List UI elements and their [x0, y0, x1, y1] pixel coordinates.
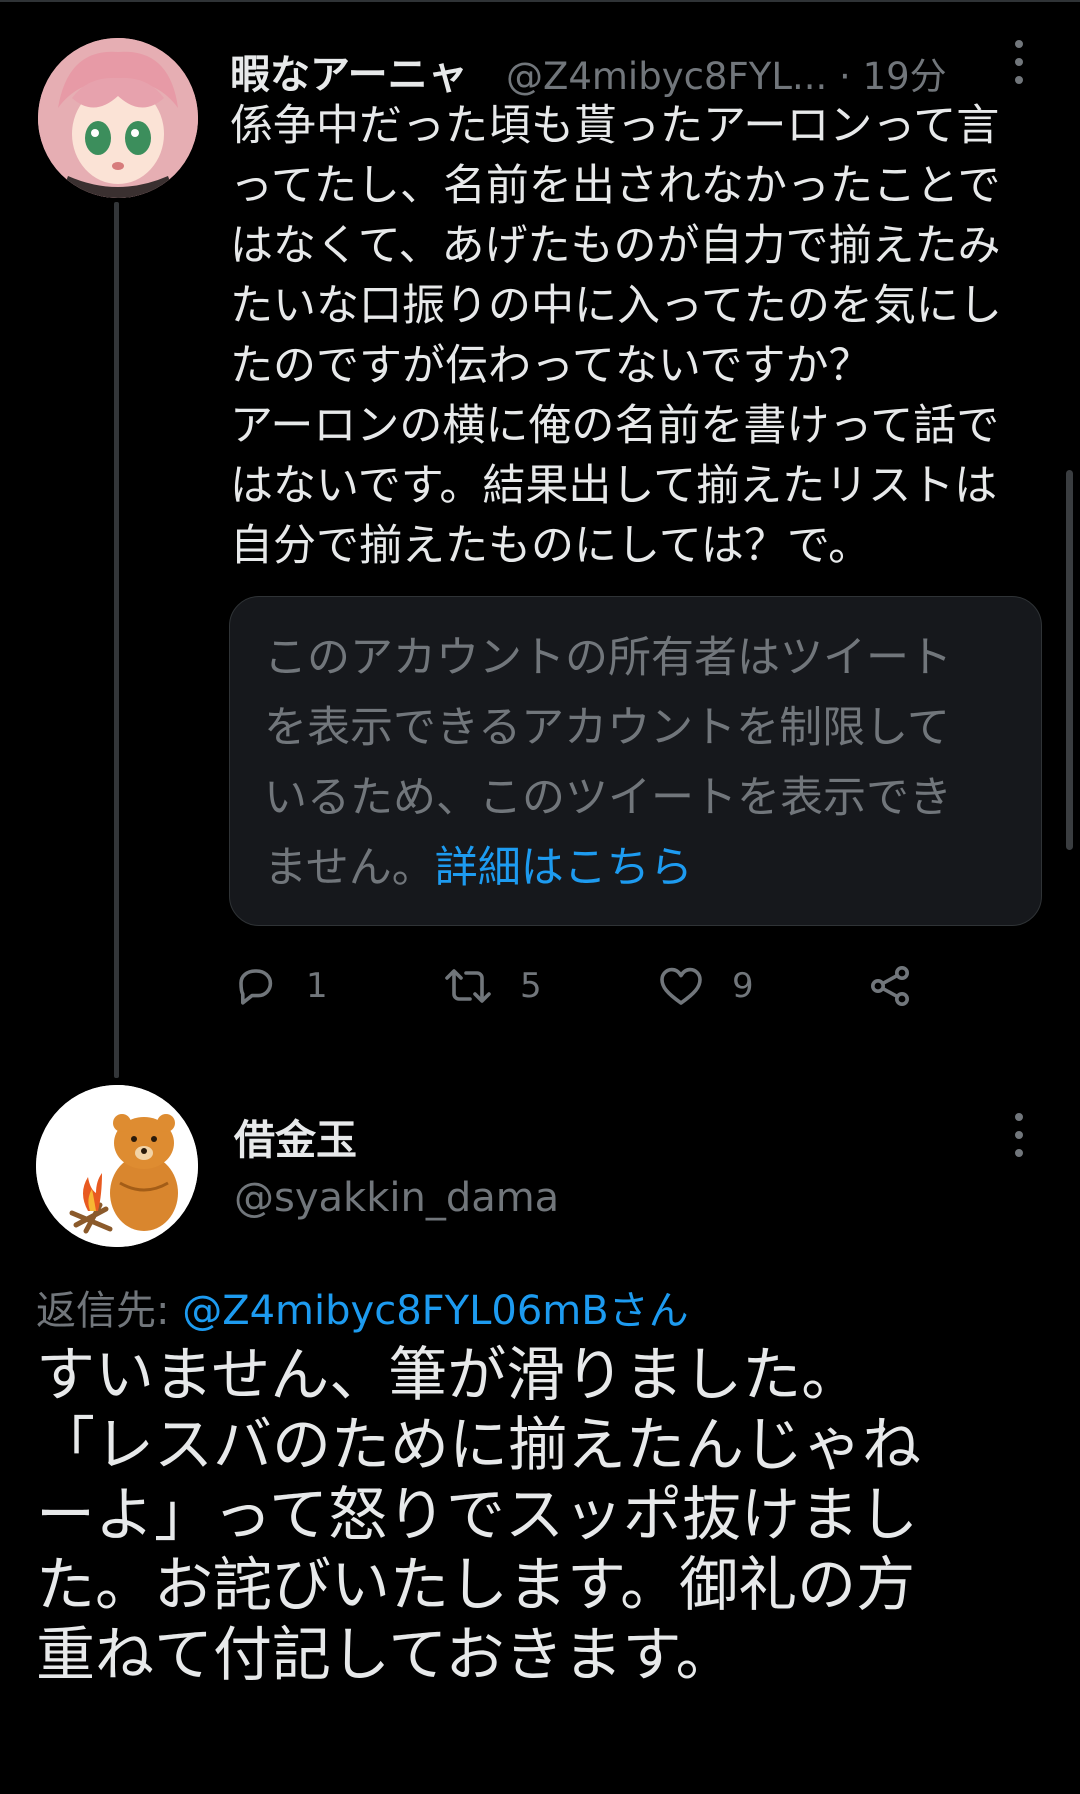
reply-icon	[239, 969, 273, 1005]
share-button[interactable]	[866, 962, 914, 1010]
quoted-tweet-notice: このアカウントの所有者はツイート を表示できるアカウントを制限して いるため、こ…	[264, 623, 1024, 903]
display-name[interactable]: 暇なアーニャ	[230, 42, 468, 100]
like-icon	[660, 967, 702, 1005]
tweet-text: すいません、筆が滑りました。 「レスバのために揃えたんじゃね ーよ」って怒りでス…	[36, 1340, 922, 1689]
details-link[interactable]: 詳細はこちら	[435, 843, 693, 893]
scrollbar[interactable]	[1066, 470, 1073, 850]
tweet-meta: @Z4mibyc8FYL... · 19分	[506, 46, 947, 100]
retweet-count: 5	[520, 966, 542, 1006]
tweet-text: 係争中だった頃も貰ったアーロンって言 ってたし、名前を出されなかったことで はな…	[230, 101, 1002, 571]
more-icon[interactable]	[1009, 40, 1029, 84]
reply-to-link[interactable]: @Z4mibyc8FYL06mBさん	[182, 1288, 688, 1334]
like-button[interactable]: 9	[656, 962, 754, 1010]
separator-dot: ·	[839, 55, 851, 98]
reply-to-line: 返信先: @Z4mibyc8FYL06mBさん	[36, 1278, 689, 1336]
quoted-tweet-unavailable-card[interactable]: このアカウントの所有者はツイート を表示できるアカウントを制限して いるため、こ…	[229, 596, 1042, 926]
share-icon	[871, 966, 909, 1006]
handle[interactable]: @Z4mibyc8FYL...	[506, 55, 827, 98]
handle[interactable]: @syakkin_dama	[234, 1175, 559, 1221]
like-count: 9	[732, 966, 754, 1006]
display-name[interactable]: 借金玉	[234, 1106, 357, 1166]
timestamp[interactable]: 19分	[863, 55, 947, 98]
avatar[interactable]	[38, 38, 198, 198]
retweet-button[interactable]: 5	[442, 962, 542, 1010]
reply-button[interactable]: 1	[232, 962, 328, 1010]
reply-to-label: 返信先:	[36, 1288, 183, 1334]
reply-count: 1	[306, 966, 328, 1006]
thread-connector-line	[114, 202, 119, 1078]
top-divider	[0, 0, 1080, 2]
more-icon[interactable]	[1009, 1113, 1029, 1157]
avatar[interactable]	[36, 1085, 198, 1247]
retweet-icon	[445, 969, 491, 1003]
